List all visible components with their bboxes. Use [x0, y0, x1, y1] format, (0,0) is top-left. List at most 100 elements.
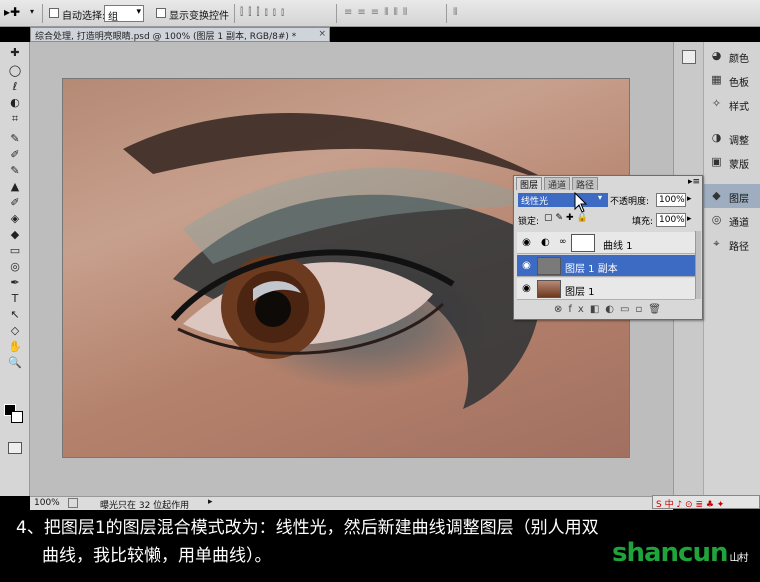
- layer-row[interactable]: ◉ 图层 1: [517, 278, 695, 300]
- distribute-buttons-icon[interactable]: ≡≡≡⦀⦀⦀: [344, 7, 412, 18]
- tool-18-icon[interactable]: ✋: [7, 340, 23, 354]
- tab-channels[interactable]: 通道: [544, 177, 571, 191]
- auto-select-label: 自动选择:: [62, 11, 106, 22]
- adjustment-layer-icon: ◐: [541, 237, 550, 248]
- dock-item-layers[interactable]: ◆ 图层: [704, 184, 760, 208]
- dock-label: 路径: [729, 242, 749, 253]
- blend-mode-select[interactable]: 线性光: [518, 193, 608, 207]
- layers-panel: 图层 通道 路径 ▸≡ 线性光 ▾ 不透明度: 100% ▸ 锁定: ▢✎✚🔒 …: [513, 175, 703, 320]
- tool-8-icon[interactable]: ▲: [7, 180, 23, 194]
- palette-icon: ◕: [711, 49, 722, 62]
- mask-icon: ▣: [711, 155, 722, 168]
- tab-paths[interactable]: 路径: [572, 177, 599, 191]
- watermark-subtext: 山村: [729, 553, 748, 564]
- opacity-slider-icon[interactable]: ▸: [687, 194, 692, 204]
- tool-3-icon[interactable]: ◐: [7, 96, 23, 110]
- align-buttons-icon[interactable]: ⫿⫿⫿⫾⫾⫾: [240, 7, 289, 18]
- tool-5-icon[interactable]: ✎: [7, 132, 23, 146]
- link-icon: ∞: [559, 237, 567, 247]
- layer-thumbnail[interactable]: [537, 257, 561, 275]
- separator: [336, 4, 337, 23]
- dock-item-channels[interactable]: ◎ 通道: [704, 208, 760, 232]
- status-menu-icon[interactable]: [68, 498, 78, 508]
- status-bar: 100% 曝光只在 32 位起作用 ▸: [30, 496, 673, 511]
- layer-footer-buttons[interactable]: ⊗fx◧◐▭▫🗑: [554, 304, 667, 315]
- styles-icon: ✧: [711, 97, 722, 110]
- tool-1-icon[interactable]: ◯: [7, 64, 23, 78]
- tool-0-icon[interactable]: ✚: [7, 46, 23, 60]
- auto-select-value: 组: [108, 12, 118, 23]
- tool-19-icon[interactable]: 🔍: [7, 356, 23, 370]
- background-color-swatch[interactable]: [11, 411, 23, 423]
- ime-tray[interactable]: S 中 ♪ ⊙ ≣ ♣ ✦: [652, 495, 760, 510]
- tab-layers[interactable]: 图层: [516, 177, 543, 191]
- auto-align-icon[interactable]: ⦀: [453, 7, 457, 18]
- tool-13-icon[interactable]: ◎: [7, 260, 23, 274]
- eye-icon[interactable]: ◉: [520, 237, 533, 249]
- dock-item-swatches[interactable]: ▦ 色板: [704, 68, 760, 92]
- status-arrow-icon[interactable]: ▸: [208, 497, 213, 507]
- move-tool-icon[interactable]: ▸✚: [4, 5, 20, 19]
- tool-4-icon[interactable]: ⌗: [7, 112, 23, 126]
- tools-panel: ✚ ◯ ℓ ◐ ⌗ ✎ ✐ ✎ ▲ ✐ ◈ ◆ ▭ ◎ ✒ T ↖ ◇ ✋ 🔍: [0, 42, 30, 496]
- dock-item-paths[interactable]: ⌖ 路径: [704, 232, 760, 256]
- tool-7-icon[interactable]: ✎: [7, 164, 23, 178]
- document-title: 综合处理, 打造明亮眼睛.psd @ 100% (图层 1 副本, RGB/8#…: [35, 32, 297, 42]
- ime-tray-icons: S 中 ♪ ⊙ ≣ ♣ ✦: [656, 500, 725, 510]
- layer-row[interactable]: ◉ 图层 1 副本: [517, 255, 695, 277]
- eye-icon[interactable]: ◉: [520, 283, 533, 295]
- layers-scrollbar[interactable]: [695, 231, 701, 299]
- zoom-level[interactable]: 100%: [34, 498, 60, 508]
- dock-item-adjust[interactable]: ◑ 调整: [704, 126, 760, 150]
- lock-label: 锁定:: [518, 217, 540, 227]
- dock-item-mask[interactable]: ▣ 蒙版: [704, 150, 760, 174]
- options-bar: ▸✚ ▾ 自动选择: 组 ▾ 显示变换控件 ⫿⫿⫿⫾⫾⫾ ≡≡≡⦀⦀⦀ ⦀: [0, 0, 760, 27]
- tool-10-icon[interactable]: ◈: [7, 212, 23, 226]
- dock-item-styles[interactable]: ✧ 样式: [704, 92, 760, 116]
- swatches-icon: ▦: [711, 73, 722, 86]
- history-icon[interactable]: [682, 50, 696, 64]
- dock-item-palette[interactable]: ◕ 颜色: [704, 44, 760, 68]
- fill-input[interactable]: 100%: [656, 213, 686, 227]
- lock-icons[interactable]: ▢✎✚🔒: [544, 213, 591, 223]
- separator: [234, 4, 235, 23]
- quick-mask-icon[interactable]: [8, 442, 22, 454]
- fill-label: 填充:: [632, 217, 654, 227]
- layer-row[interactable]: ◉ ◐ ∞ 曲线 1: [517, 232, 695, 254]
- opacity-input[interactable]: 100%: [656, 193, 686, 207]
- watermark-logo: shancun 山村: [612, 538, 748, 568]
- show-transform-checkbox[interactable]: [156, 8, 166, 18]
- dock-label: 颜色: [729, 54, 749, 65]
- fill-slider-icon[interactable]: ▸: [687, 214, 692, 224]
- tool-11-icon[interactable]: ◆: [7, 228, 23, 242]
- panel-menu-icon[interactable]: ▸≡: [688, 177, 700, 187]
- eye-icon[interactable]: ◉: [520, 260, 533, 272]
- tool-16-icon[interactable]: ↖: [7, 308, 23, 322]
- watermark-text: shancun: [612, 538, 728, 568]
- close-icon[interactable]: ×: [318, 29, 326, 39]
- dock-label: 通道: [729, 218, 749, 229]
- tool-6-icon[interactable]: ✐: [7, 148, 23, 162]
- tool-2-icon[interactable]: ℓ: [7, 80, 23, 94]
- auto-select-checkbox[interactable]: [49, 8, 59, 18]
- layer-name: 图层 1: [565, 287, 595, 298]
- tool-17-icon[interactable]: ◇: [7, 324, 23, 338]
- layers-icon: ◆: [712, 189, 721, 202]
- channels-icon: ◎: [711, 213, 722, 226]
- dock-label: 色板: [729, 78, 749, 89]
- tool-dropdown-arrow-icon[interactable]: ▾: [30, 7, 34, 16]
- dock-panels: ◕ 颜色 ▦ 色板 ✧ 样式 ◑ 调整 ▣ 蒙版 ◆ 图层 ◎ 通道 ⌖ 路径: [703, 42, 760, 496]
- layer-name: 曲线 1: [603, 241, 633, 252]
- dock-label: 蒙版: [729, 160, 749, 171]
- auto-select-dropdown[interactable]: 组 ▾: [104, 5, 144, 23]
- tool-15-icon[interactable]: T: [7, 292, 23, 306]
- paths-icon: ⌖: [713, 237, 720, 250]
- tool-14-icon[interactable]: ✒: [7, 276, 23, 290]
- tool-12-icon[interactable]: ▭: [7, 244, 23, 258]
- layer-thumbnail[interactable]: [537, 280, 561, 298]
- layer-name: 图层 1 副本: [565, 264, 618, 275]
- document-tab[interactable]: 综合处理, 打造明亮眼睛.psd @ 100% (图层 1 副本, RGB/8#…: [30, 27, 330, 42]
- tool-9-icon[interactable]: ✐: [7, 196, 23, 210]
- layer-mask-thumbnail[interactable]: [571, 234, 595, 252]
- dock-label: 调整: [729, 136, 749, 147]
